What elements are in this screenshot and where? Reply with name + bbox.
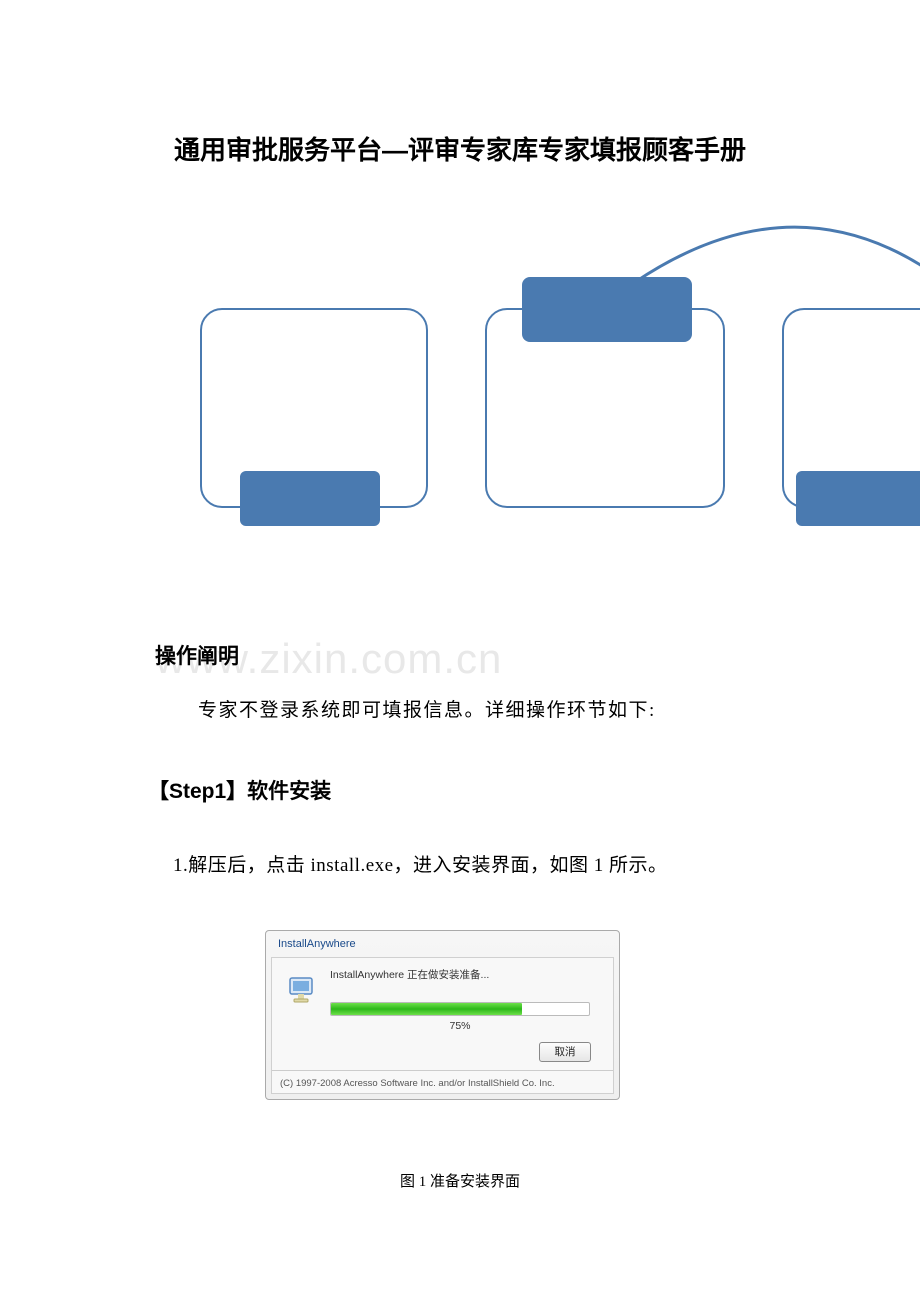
installer-body: InstallAnywhere 正在做安装准备... 75% 取消 (C) 19…	[271, 957, 614, 1094]
section-heading-step1: 【Step1】软件安装	[148, 775, 331, 805]
divider	[272, 1070, 613, 1071]
progress-fill	[331, 1003, 522, 1015]
figure-caption: 图 1 准备安装界面	[0, 1170, 920, 1191]
cancel-button[interactable]: 取消	[539, 1042, 591, 1062]
computer-icon	[286, 974, 318, 1006]
installer-status-text: InstallAnywhere 正在做安装准备...	[330, 967, 489, 982]
operation-body: 专家不登录系统即可填报信息。详细操作环节如下:	[198, 693, 656, 729]
section-heading-operation: 操作阐明	[155, 640, 239, 670]
diagram-bar-1	[240, 471, 380, 526]
progress-percent-label: 75%	[330, 1020, 590, 1032]
step1-body: 1.解压后，点击 install.exe，进入安装界面，如图 1 所示。	[173, 848, 668, 884]
installer-copyright: (C) 1997-2008 Acresso Software Inc. and/…	[280, 1078, 555, 1089]
process-diagram	[160, 213, 920, 543]
installer-window-title: InstallAnywhere	[278, 938, 356, 950]
diagram-bar-3	[796, 471, 920, 526]
diagram-bar-2	[522, 277, 692, 342]
page-title: 通用审批服务平台—评审专家库专家填报顾客手册	[0, 130, 920, 167]
progress-bar	[330, 1002, 590, 1016]
installer-window: InstallAnywhere InstallAnywhere 正在做安装准备.…	[265, 930, 620, 1100]
